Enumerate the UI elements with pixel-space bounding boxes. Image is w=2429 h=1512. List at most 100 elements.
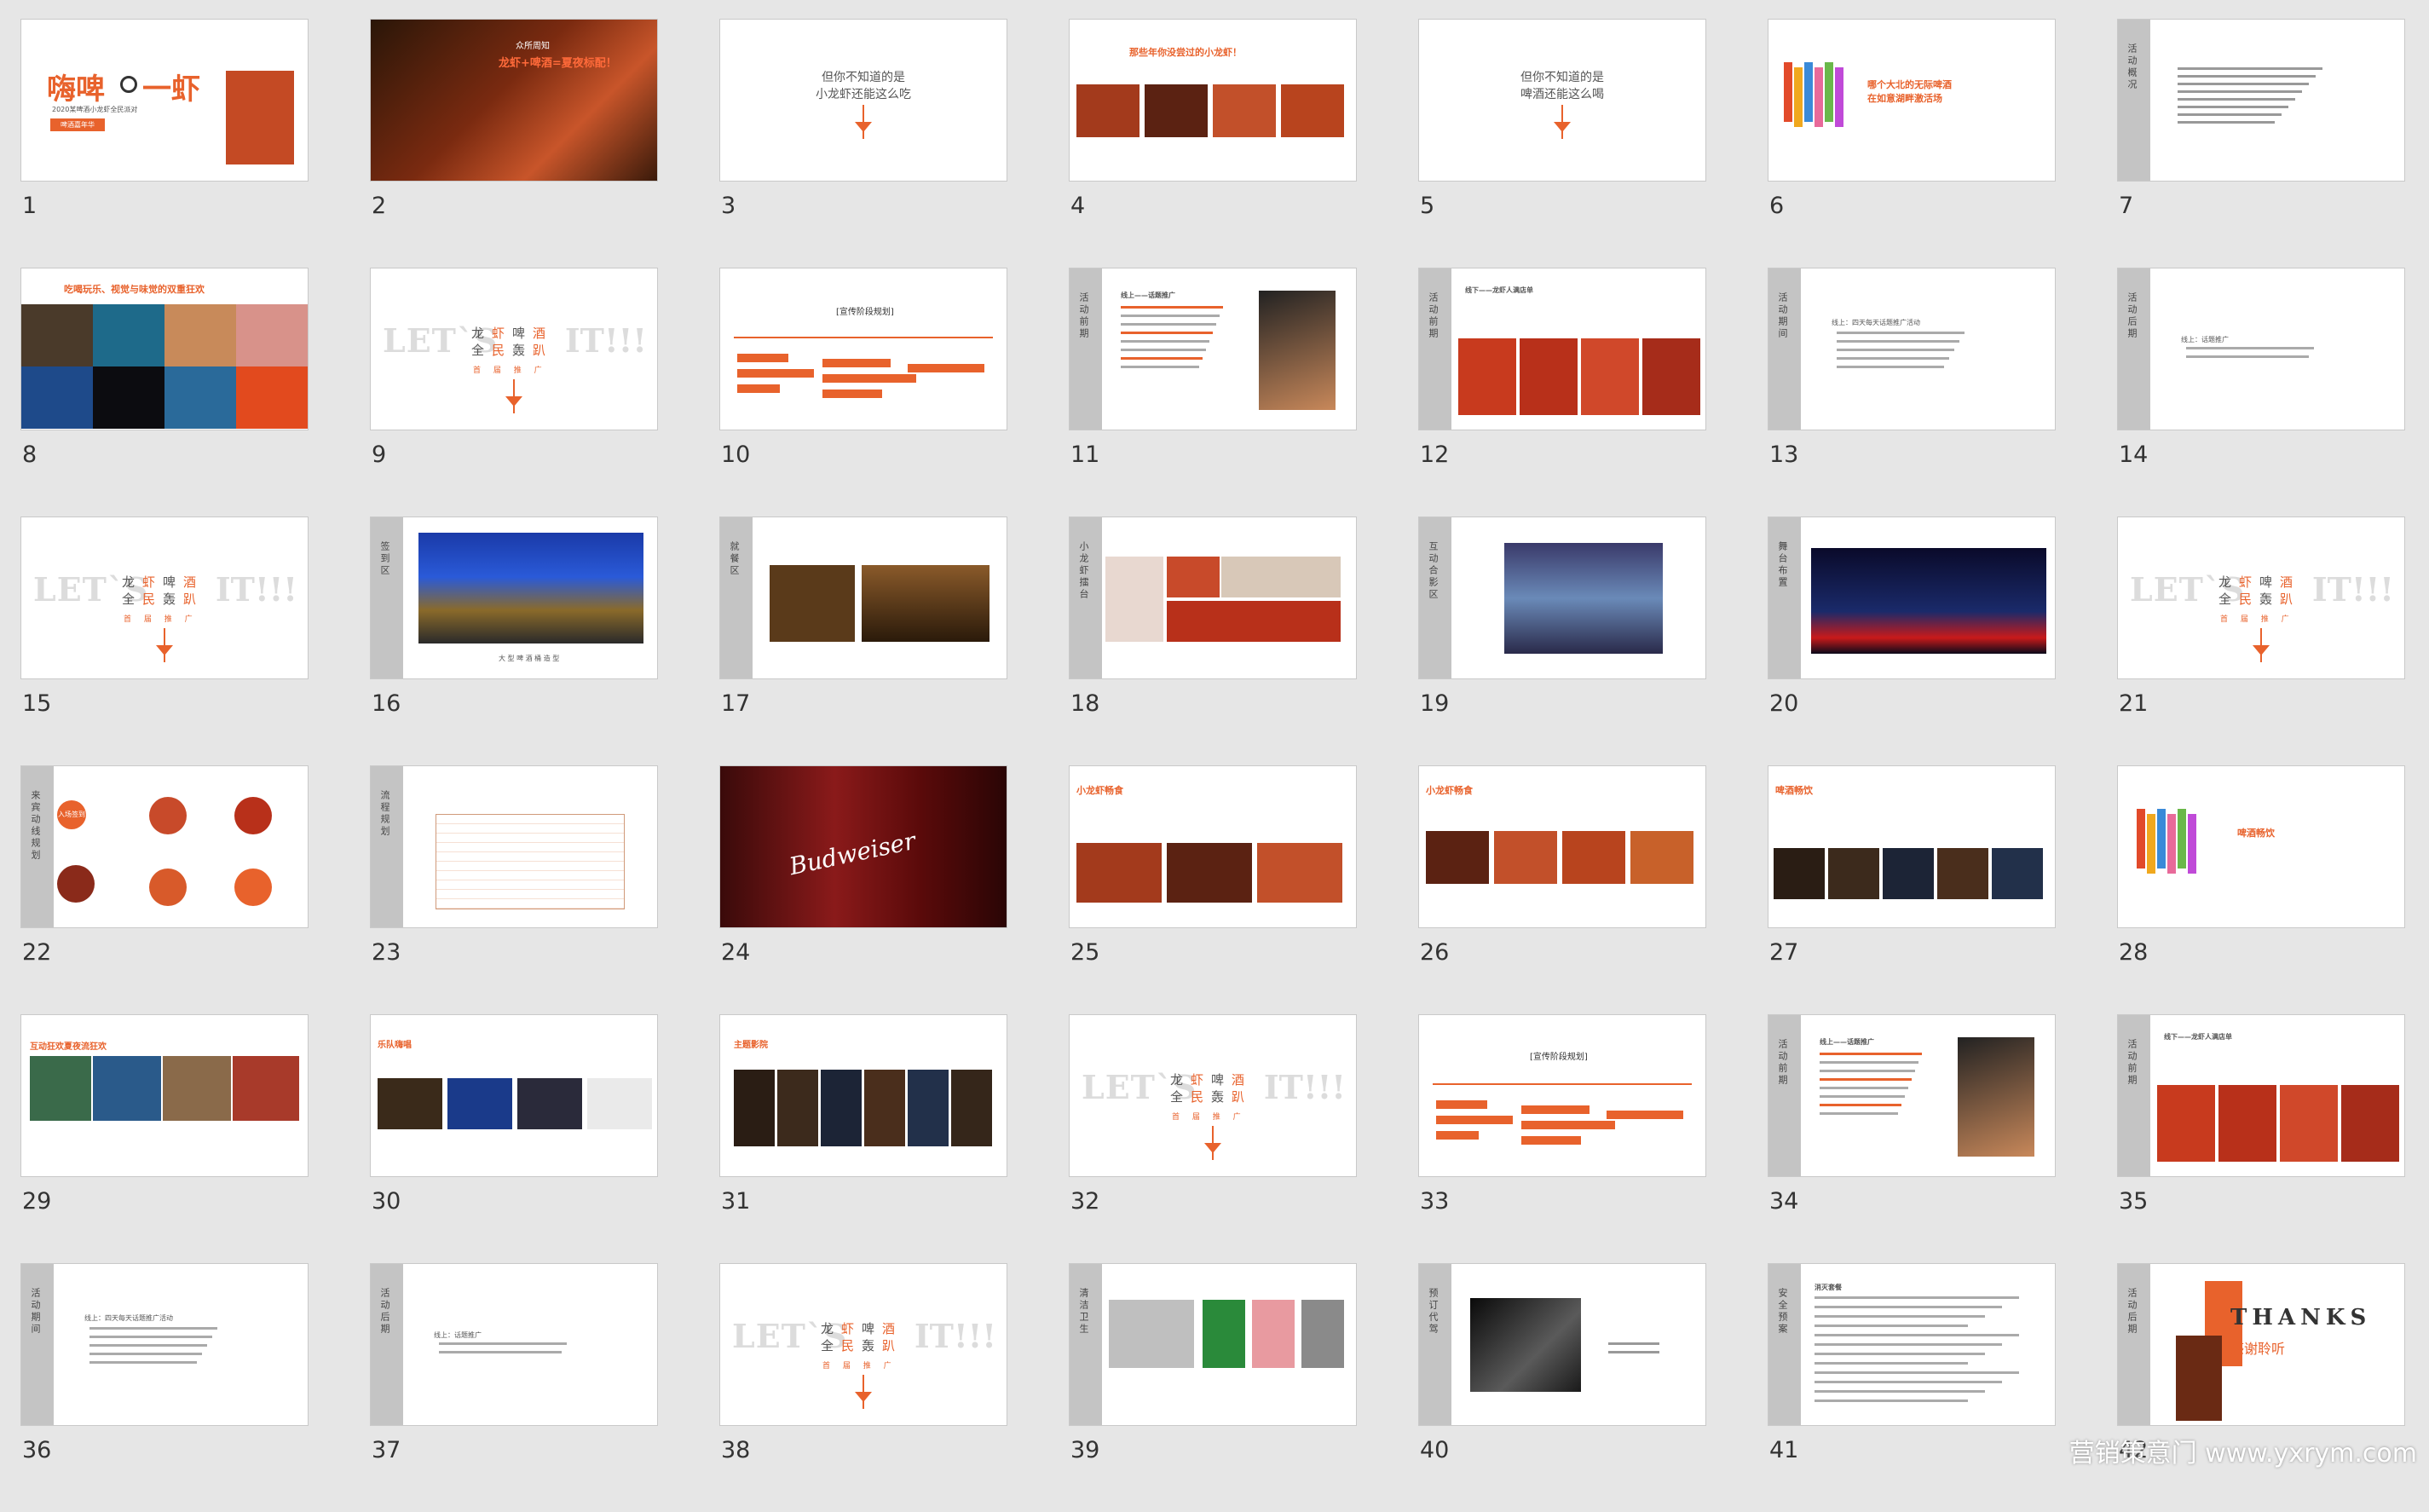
slide-thumbnail-cell[interactable]: LET`S IT!!! 龙虾啤酒全民轰趴首 届 推 广 32	[1069, 1014, 1357, 1263]
slide-thumbnail[interactable]: 清洁卫生	[1069, 1263, 1357, 1426]
watermark: 营销策意门 www.yxrym.com	[2068, 1439, 2417, 1469]
slide-thumbnail-cell[interactable]: 来宾动线规划 入场签到 22	[20, 765, 309, 1014]
cake-photo	[1105, 557, 1163, 642]
slide-thumbnail-cell[interactable]: 活动概况 7	[2117, 19, 2405, 268]
slide-thumbnail[interactable]: 活动概况	[2117, 19, 2405, 182]
slide-number: 6	[1769, 193, 1785, 219]
slide-thumbnail-cell[interactable]: LET`S IT!!! 龙虾啤酒全民轰趴首 届 推 广9	[370, 268, 658, 517]
slide-thumbnail-cell[interactable]: 签到区大 型 啤 酒 桶 造 型 16	[370, 517, 658, 765]
slide-thumbnail[interactable]: 活动前期 线上——话题推广	[1069, 268, 1357, 430]
slide-thumbnail[interactable]: 就餐区	[719, 517, 1007, 679]
slide-number: 39	[1070, 1437, 1100, 1463]
slide-thumbnail-cell[interactable]: 小龙虾擂台 18	[1069, 517, 1357, 765]
slide-thumbnail-cell[interactable]: 互动合影区 19	[1418, 517, 1706, 765]
slide-thumbnail-cell[interactable]: LET`S IT!!! 龙虾啤酒全民轰趴首 届 推 广 21	[2117, 517, 2405, 765]
slide-thumbnail-cell[interactable]: 活动后期 THANKS 感谢聆听 42	[2117, 1263, 2405, 1512]
slide-thumbnail[interactable]: 活动期间 线上：四天每天话题推广活动	[1768, 268, 2056, 430]
slide-thumbnail-cell[interactable]: 预订代驾 40	[1418, 1263, 1706, 1512]
slide-thumbnail[interactable]: 啤酒畅饮	[2117, 765, 2405, 928]
slide-thumbnail-cell[interactable]: 活动后期 线上：话题推广 37	[370, 1263, 658, 1512]
slide-thumbnail-cell[interactable]: 那些年你没尝过的小龙虾！ 4	[1069, 19, 1357, 268]
slide-caption: 众所周知	[516, 42, 550, 51]
slide-thumbnail-cell[interactable]: 舞台布置 20	[1768, 517, 2056, 765]
slide-thumbnail-cell[interactable]: 活动期间 线上：四天每天话题推广活动 36	[20, 1263, 309, 1512]
slide-thumbnail[interactable]: 安全预案 消灭套餐	[1768, 1263, 2056, 1426]
slide-thumbnail-cell[interactable]: 啤酒畅饮 27	[1768, 765, 2056, 1014]
slide-thumbnail-cell[interactable]: 安全预案 消灭套餐 41	[1768, 1263, 2056, 1512]
slide-thumbnail[interactable]: LET`S IT!!! 龙虾啤酒全民轰趴首 届 推 广	[1069, 1014, 1357, 1177]
slide-thumbnail-cell[interactable]: 但你不知道的是 啤酒还能这么喝 5	[1418, 19, 1706, 268]
slide-title: 线上：四天每天话题推广活动	[1832, 319, 1920, 326]
slide-thumbnail-cell[interactable]: 小龙虾畅食 25	[1069, 765, 1357, 1014]
slide-thumbnail[interactable]: 互动合影区	[1418, 517, 1706, 679]
schedule-table	[436, 814, 625, 909]
slide-thumbnail-cell[interactable]: 小龙虾畅食 26	[1418, 765, 1706, 1014]
slide-thumbnail[interactable]: 活动前期 线下——龙虾人满店单	[1418, 268, 1706, 430]
slide-thumbnail-cell[interactable]: 众所周知 龙虾+啤酒=夏夜标配！ 2	[370, 19, 658, 268]
slide-thumbnail[interactable]: [宣传阶段规划]	[1418, 1014, 1706, 1177]
slide-thumbnail-cell[interactable]: Budweiser 24	[719, 765, 1007, 1014]
slide-thumbnail[interactable]: 活动后期 线上：话题推广	[370, 1263, 658, 1426]
slide-thumbnail[interactable]: LET`S IT!!! 龙虾啤酒全民轰趴首 届 推 广	[719, 1263, 1007, 1426]
slide-thumbnail[interactable]: 吃喝玩乐、视觉与味觉的双重狂欢	[20, 268, 309, 430]
slide-thumbnail-cell[interactable]: 吃喝玩乐、视觉与味觉的双重狂欢 8	[20, 268, 309, 517]
slide-subtitle: 感谢聆听	[2230, 1341, 2286, 1357]
slide-thumbnail[interactable]: 活动后期 线上：话题推广	[2117, 268, 2405, 430]
crayfish-mascot-photo	[1581, 338, 1639, 415]
slide-thumbnail[interactable]: 哪个大北的无际啤酒 在如意湖畔激活场	[1768, 19, 2056, 182]
slide-thumbnail[interactable]: 签到区大 型 啤 酒 桶 造 型	[370, 517, 658, 679]
slide-thumbnail-cell[interactable]: 互动狂欢夏夜流狂欢 29	[20, 1014, 309, 1263]
slide-thumbnail[interactable]: 活动前期 线上——话题推广	[1768, 1014, 2056, 1177]
slide-thumbnail-cell[interactable]: 活动前期 线上——话题推广 34	[1768, 1014, 2056, 1263]
text-line	[1815, 1390, 1985, 1393]
slide-thumbnail[interactable]: 乐队嗨唱	[370, 1014, 658, 1177]
slide-thumbnail[interactable]: LET`S IT!!! 龙虾啤酒全民轰趴首 届 推 广	[2117, 517, 2405, 679]
slide-number: 35	[2119, 1188, 2149, 1215]
text-line	[1815, 1371, 2019, 1374]
slide-thumbnail-cell[interactable]: 活动前期 线下——龙虾人满店单 35	[2117, 1014, 2405, 1263]
slide-thumbnail[interactable]: 活动期间 线上：四天每天话题推广活动	[20, 1263, 309, 1426]
slide-thumbnail-cell[interactable]: 哪个大北的无际啤酒 在如意湖畔激活场 6	[1768, 19, 2056, 268]
slide-thumbnail[interactable]: 嗨啤 一虾 2020某啤酒小龙虾全民派对 啤酒嘉年华	[20, 19, 309, 182]
slide-thumbnail[interactable]: 小龙虾擂台	[1069, 517, 1357, 679]
slide-thumbnail[interactable]: 但你不知道的是 啤酒还能这么喝	[1418, 19, 1706, 182]
it-text: IT!!!	[564, 321, 647, 360]
slide-thumbnail[interactable]: 小龙虾畅食	[1069, 765, 1357, 928]
slide-thumbnail[interactable]: LET`S IT!!! 龙虾啤酒全民轰趴首 届 推 广	[20, 517, 309, 679]
slide-thumbnail-cell[interactable]: 乐队嗨唱 30	[370, 1014, 658, 1263]
slide-thumbnail[interactable]: 预订代驾	[1418, 1263, 1706, 1426]
slide-thumbnail-cell[interactable]: 活动前期 线上——话题推广 11	[1069, 268, 1357, 517]
slide-thumbnail-cell[interactable]: 活动期间 线上：四天每天话题推广活动 13	[1768, 268, 2056, 517]
slide-thumbnail-cell[interactable]: 主题影院 31	[719, 1014, 1007, 1263]
slide-thumbnail[interactable]: 舞台布置	[1768, 517, 2056, 679]
slide-thumbnail-cell[interactable]: 活动前期 线下——龙虾人满店单 12	[1418, 268, 1706, 517]
slide-thumbnail-cell[interactable]: 啤酒畅饮 28	[2117, 765, 2405, 1014]
slide-thumbnail-cell[interactable]: 流程规划 23	[370, 765, 658, 1014]
slide-thumbnail[interactable]: 互动狂欢夏夜流狂欢	[20, 1014, 309, 1177]
slide-thumbnail-cell[interactable]: 清洁卫生 39	[1069, 1263, 1357, 1512]
slide-thumbnail[interactable]: 活动前期 线下——龙虾人满店单	[2117, 1014, 2405, 1177]
slide-thumbnail[interactable]: 但你不知道的是 小龙虾还能这么吃	[719, 19, 1007, 182]
slide-thumbnail[interactable]: 那些年你没尝过的小龙虾！	[1069, 19, 1357, 182]
slide-thumbnail-cell[interactable]: 活动后期 线上：话题推广 14	[2117, 268, 2405, 517]
slide-thumbnail-cell[interactable]: [宣传阶段规划] 33	[1418, 1014, 1706, 1263]
slide-number: 18	[1070, 690, 1100, 717]
slide-thumbnail[interactable]: 活动后期 THANKS 感谢聆听	[2117, 1263, 2405, 1426]
slide-thumbnail[interactable]: 主题影院	[719, 1014, 1007, 1177]
slide-thumbnail[interactable]: 众所周知 龙虾+啤酒=夏夜标配！	[370, 19, 658, 182]
slide-thumbnail[interactable]: 来宾动线规划 入场签到	[20, 765, 309, 928]
timeline-bar	[737, 369, 814, 378]
slide-thumbnail[interactable]: 啤酒畅饮	[1768, 765, 2056, 928]
slide-thumbnail[interactable]: Budweiser	[719, 765, 1007, 928]
slide-thumbnail-cell[interactable]: 但你不知道的是 小龙虾还能这么吃 3	[719, 19, 1007, 268]
slide-thumbnail[interactable]: LET`S IT!!! 龙虾啤酒全民轰趴首 届 推 广	[370, 268, 658, 430]
slide-thumbnail[interactable]: [宣传阶段规划]	[719, 268, 1007, 430]
slide-thumbnail-cell[interactable]: 就餐区 17	[719, 517, 1007, 765]
text-line	[1815, 1362, 1968, 1365]
slide-thumbnail[interactable]: 小龙虾畅食	[1418, 765, 1706, 928]
slide-thumbnail-cell[interactable]: LET`S IT!!! 龙虾啤酒全民轰趴首 届 推 广 15	[20, 517, 309, 765]
slide-thumbnail-cell[interactable]: LET`S IT!!! 龙虾啤酒全民轰趴首 届 推 广 38	[719, 1263, 1007, 1512]
slide-thumbnail[interactable]: 流程规划	[370, 765, 658, 928]
slide-thumbnail-cell[interactable]: [宣传阶段规划] 10	[719, 268, 1007, 517]
slide-thumbnail-cell[interactable]: 嗨啤 一虾 2020某啤酒小龙虾全民派对 啤酒嘉年华 1	[20, 19, 309, 268]
